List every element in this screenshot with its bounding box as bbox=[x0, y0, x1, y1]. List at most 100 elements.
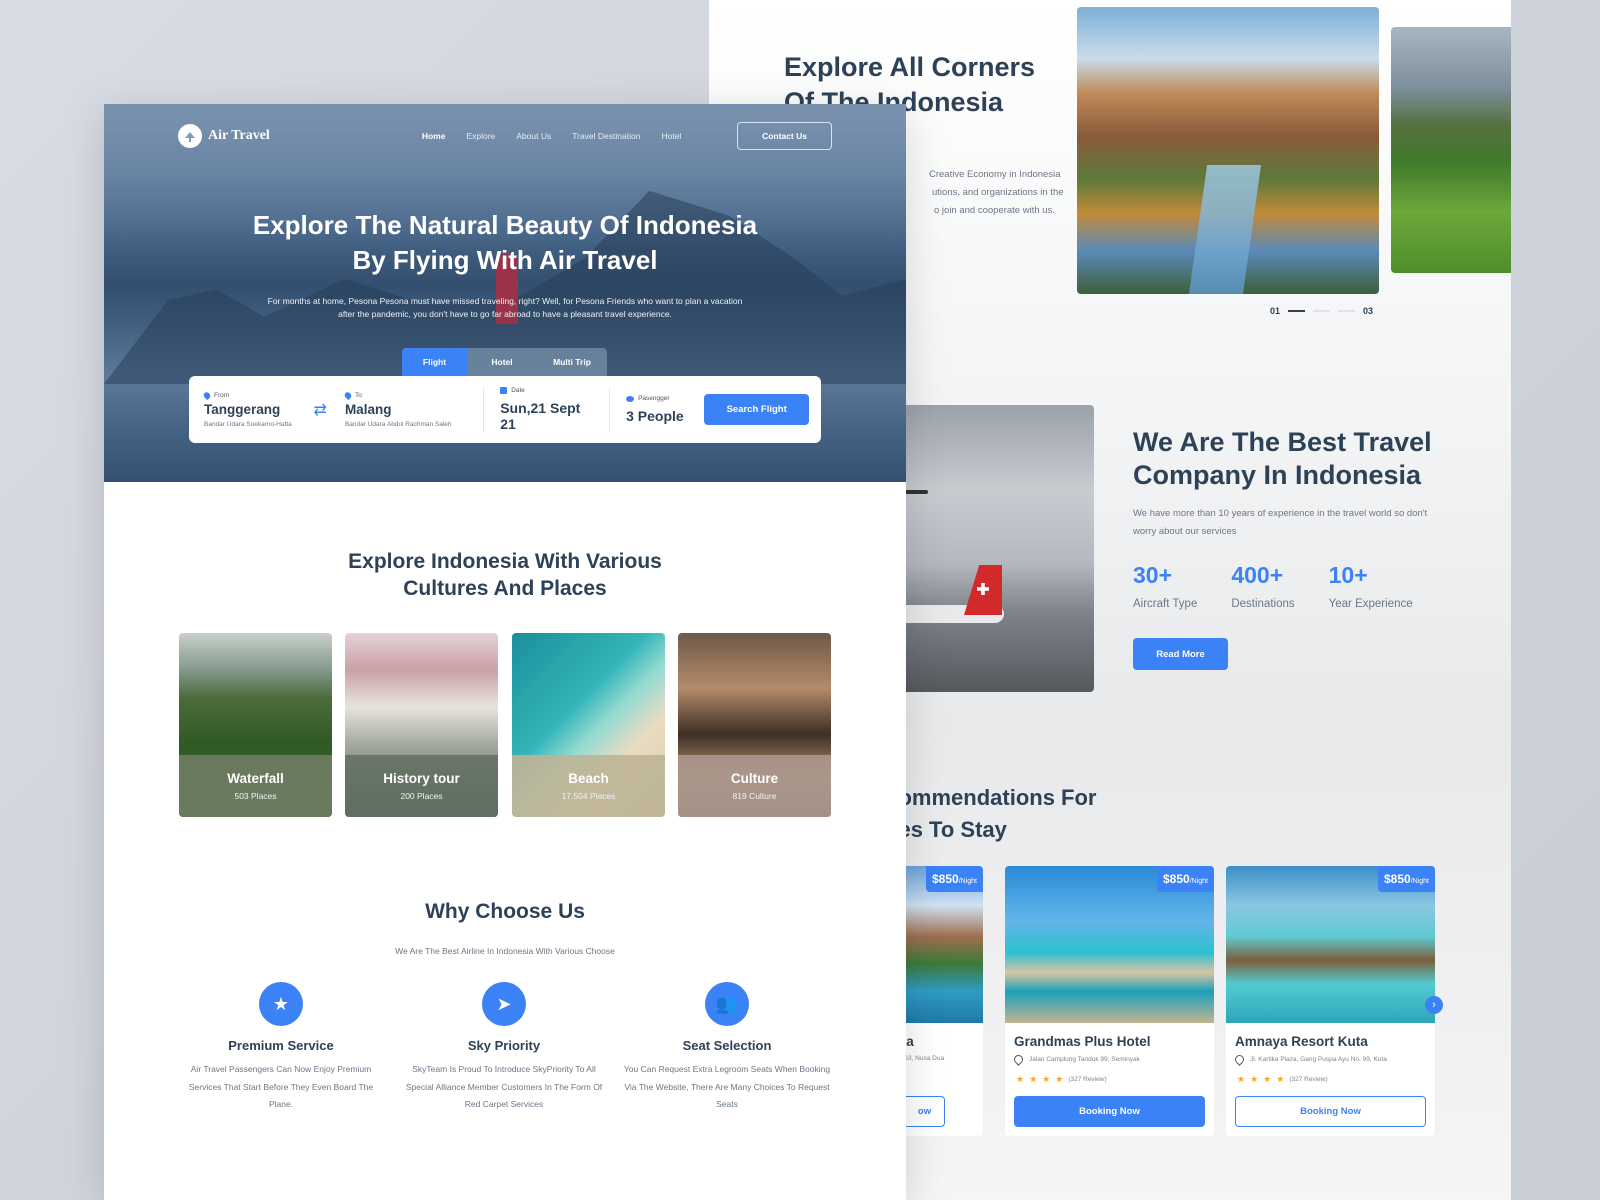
to-field[interactable]: To Malang Bandar Udara Abdul Rachman Sal… bbox=[343, 390, 467, 428]
card-overlay: Waterfall 503 Places bbox=[179, 755, 332, 817]
tab-flight[interactable]: Flight bbox=[402, 348, 467, 376]
divider bbox=[609, 387, 611, 432]
hotel-card[interactable]: $850/Night Grandmas Plus Hotel Jalan Cam… bbox=[1005, 866, 1214, 1136]
from-value: Tanggerang bbox=[204, 401, 281, 417]
feature-desc: You Can Request Extra Legroom Seats When… bbox=[623, 1064, 831, 1109]
hotel-card[interactable]: $850/Night Amnaya Resort Kuta Jl. Kartik… bbox=[1226, 866, 1435, 1136]
category-count: 819 Culture bbox=[732, 791, 777, 801]
flying-plane bbox=[904, 490, 928, 494]
feature-sky-priority: ➤ Sky Priority SkyTeam Is Proud To Intro… bbox=[399, 982, 609, 1114]
category-card-beach[interactable]: Beach 17.504 Places bbox=[512, 633, 665, 817]
pager-dash[interactable] bbox=[1338, 310, 1356, 312]
canyon-image bbox=[1077, 7, 1379, 294]
contact-us-button[interactable]: Contact Us bbox=[737, 122, 832, 150]
why-choose-subtitle: We Are The Best Airline In Indonesia Wit… bbox=[395, 946, 615, 956]
price: $850 bbox=[1384, 872, 1411, 886]
field-label: From bbox=[202, 390, 314, 400]
navbar: Air Travel Home Explore About Us Travel … bbox=[178, 121, 832, 151]
title-line: Cultures And Places bbox=[403, 577, 607, 600]
tab-hotel[interactable]: Hotel bbox=[467, 348, 537, 376]
category-card-waterfall[interactable]: Waterfall 503 Places bbox=[179, 633, 332, 817]
address-text: Jl. Kartika Plaza, Gang Puspa Ayu No. 99… bbox=[1250, 1056, 1387, 1063]
location-pin-icon bbox=[202, 390, 212, 400]
paper-plane-icon: ➤ bbox=[482, 982, 526, 1026]
booking-now-button[interactable]: Booking Now bbox=[1235, 1096, 1426, 1127]
category-count: 503 Places bbox=[234, 791, 277, 801]
passenger-field[interactable]: Pasengger 3 People bbox=[626, 395, 704, 424]
star-icon: ★ bbox=[1055, 1074, 1064, 1084]
star-icon: ★ bbox=[1263, 1074, 1272, 1084]
users-icon: 👥 bbox=[705, 982, 749, 1026]
recommendations-title: ecommendations For aces To Stay bbox=[874, 782, 1174, 846]
location-pin-icon bbox=[343, 390, 353, 400]
why-choose-title: Why Choose Us bbox=[425, 900, 585, 923]
category-count: 17.504 Places bbox=[561, 791, 616, 801]
desc-line: For months at home, Pesona Pesona must h… bbox=[267, 296, 743, 306]
hero-section: Air Travel Home Explore About Us Travel … bbox=[104, 104, 906, 482]
stat-label: Destinations bbox=[1231, 598, 1295, 610]
category-count: 200 Places bbox=[400, 791, 443, 801]
stat-experience: 10+ Year Experience bbox=[1329, 562, 1413, 610]
booking-now-button[interactable]: Booking Now bbox=[1014, 1096, 1205, 1127]
price-badge: $850/Night bbox=[1378, 866, 1435, 892]
stat-label: Year Experience bbox=[1328, 598, 1413, 610]
hero-description: For months at home, Pesona Pesona must h… bbox=[234, 295, 776, 321]
category-name: History tour bbox=[383, 771, 460, 786]
star-icon: ★ bbox=[1016, 1074, 1025, 1084]
pager-total: 03 bbox=[1363, 306, 1374, 316]
logo[interactable]: Air Travel bbox=[178, 124, 270, 148]
price-unit: /Night bbox=[1189, 878, 1208, 885]
river bbox=[1188, 164, 1262, 294]
search-flight-button[interactable]: Search Flight bbox=[704, 394, 809, 425]
swap-arrows-icon[interactable]: ⇄ bbox=[314, 400, 341, 420]
date-field[interactable]: Date Sun,21 Sept 21 bbox=[500, 387, 593, 432]
label-text: From bbox=[214, 391, 230, 399]
field-label: Date bbox=[500, 387, 593, 394]
nav-hotel[interactable]: Hotel bbox=[661, 131, 681, 141]
nav-menu: Home Explore About Us Travel Destination… bbox=[422, 131, 681, 141]
title-line: aces To Stay bbox=[874, 817, 1007, 842]
users-icon bbox=[626, 395, 635, 402]
location-pin-icon bbox=[1233, 1053, 1246, 1066]
category-card-culture[interactable]: Culture 819 Culture bbox=[678, 633, 831, 817]
tab-multi-trip[interactable]: Multi Trip bbox=[537, 348, 607, 376]
date-value: Sun,21 Sept 21 bbox=[500, 400, 581, 432]
slider-pager[interactable]: 01 03 bbox=[1270, 306, 1373, 316]
review-count: (327 Review) bbox=[1068, 1076, 1107, 1083]
rating: ★ ★ ★ ★ (327 Review) bbox=[1016, 1074, 1214, 1085]
from-airport: Bandar Udara Soekarno-Hatta bbox=[204, 420, 292, 428]
brand-name: Air Travel bbox=[208, 128, 270, 143]
nav-about-us[interactable]: About Us bbox=[516, 131, 551, 141]
feature-desc: SkyTeam Is Proud To Introduce SkyPriorit… bbox=[405, 1064, 603, 1109]
nav-explore[interactable]: Explore bbox=[466, 131, 495, 141]
category-card-history[interactable]: History tour 200 Places bbox=[345, 633, 498, 817]
desc-line: after the pandemic, you don't have to go… bbox=[338, 309, 672, 319]
address-text: Jalan Camplung Tanduk 99, Seminyak bbox=[1029, 1056, 1140, 1063]
pager-current: 01 bbox=[1270, 306, 1281, 316]
feature-desc: Air Travel Passengers Can Now Enjoy Prem… bbox=[188, 1064, 374, 1109]
nav-travel-destination[interactable]: Travel Destination bbox=[572, 131, 640, 141]
card-overlay: Beach 17.504 Places bbox=[512, 755, 665, 817]
card-overlay: Culture 819 Culture bbox=[678, 755, 831, 817]
feature-premium-service: ★ Premium Service Air Travel Passengers … bbox=[176, 982, 386, 1114]
from-field[interactable]: From Tanggerang Bandar Udara Soekarno-Ha… bbox=[202, 390, 314, 428]
pager-dash[interactable] bbox=[1313, 310, 1331, 312]
stats-row: 30+ Aircraft Type 400+ Destinations 10+ … bbox=[1133, 562, 1413, 610]
hero-title: Explore The Natural Beauty Of Indonesia … bbox=[104, 208, 906, 278]
label-text: Pasengger bbox=[638, 395, 670, 402]
category-name: Beach bbox=[568, 771, 609, 786]
to-value: Malang bbox=[344, 401, 392, 417]
feature-seat-selection: 👥 Seat Selection You Can Request Extra L… bbox=[622, 982, 832, 1114]
pager-dash-active[interactable] bbox=[1288, 310, 1306, 312]
chevron-right-icon[interactable]: › bbox=[1425, 996, 1443, 1014]
stat-value: 30+ bbox=[1133, 562, 1173, 588]
title-line: Explore The Natural Beauty Of Indonesia bbox=[252, 210, 758, 240]
label-text: To bbox=[354, 391, 362, 399]
nav-home[interactable]: Home bbox=[422, 131, 446, 141]
read-more-button[interactable]: Read More bbox=[1133, 638, 1228, 670]
category-name: Waterfall bbox=[227, 771, 284, 786]
feature-title: Premium Service bbox=[228, 1038, 334, 1053]
hotel-name: ua bbox=[898, 1034, 983, 1049]
airplane-image bbox=[874, 405, 1094, 692]
location-pin-icon bbox=[1012, 1053, 1025, 1066]
